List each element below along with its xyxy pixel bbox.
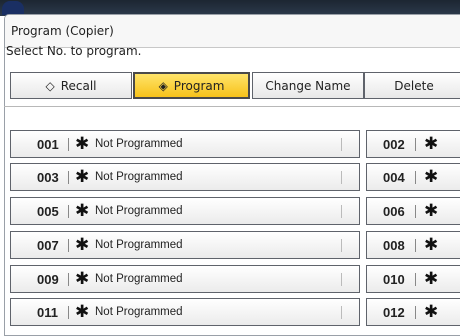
recall-label: Recall — [60, 78, 97, 93]
window-title: Program (Copier) — [11, 24, 114, 38]
separator — [341, 171, 342, 184]
slot-number: 011 — [37, 305, 58, 320]
separator — [341, 239, 342, 252]
slot-number: 003 — [37, 170, 59, 185]
home-tab-edge — [2, 1, 24, 15]
change-name-label: Change Name — [265, 78, 351, 93]
separator — [341, 273, 342, 286]
separator — [415, 306, 416, 319]
program-slot-008[interactable]: 008 ✱ — [366, 231, 460, 259]
instruction-text: Select No. to program. — [6, 44, 142, 58]
separator — [341, 306, 342, 319]
program-slot-012[interactable]: 012 ✱ — [366, 298, 460, 326]
unprogrammed-mark-icon: ✱ — [424, 134, 439, 154]
unprogrammed-mark-icon: ✱ — [424, 235, 439, 255]
separator — [341, 138, 342, 151]
unprogrammed-mark-icon: ✱ — [424, 201, 439, 221]
delete-label: Delete — [394, 78, 434, 93]
separator — [415, 205, 416, 218]
slot-status: Not Programmed — [95, 273, 183, 285]
slot-status: Not Programmed — [95, 205, 183, 217]
separator — [415, 239, 416, 252]
program-icon: ◈ — [158, 78, 168, 93]
program-slot-002[interactable]: 002 ✱ — [366, 130, 460, 158]
unprogrammed-mark-icon: ✱ — [75, 201, 90, 221]
delete-button[interactable]: Delete — [364, 72, 460, 99]
slot-status: Not Programmed — [95, 171, 183, 183]
program-slot-004[interactable]: 004 ✱ — [366, 163, 460, 191]
separator — [68, 306, 69, 319]
slot-status: Not Programmed — [95, 239, 183, 251]
slot-number: 005 — [37, 204, 59, 219]
unprogrammed-mark-icon: ✱ — [75, 167, 90, 187]
unprogrammed-mark-icon: ✱ — [424, 302, 439, 322]
program-slot-007[interactable]: 007 ✱ Not Programmed — [10, 231, 360, 259]
change-name-button[interactable]: Change Name — [252, 72, 364, 99]
separator — [415, 273, 416, 286]
separator — [68, 138, 69, 151]
separator — [68, 239, 69, 252]
program-slot-009[interactable]: 009 ✱ Not Programmed — [10, 265, 360, 293]
slot-status: Not Programmed — [95, 138, 183, 150]
slot-number: 012 — [383, 305, 405, 320]
slot-number: 002 — [383, 137, 405, 152]
unprogrammed-mark-icon: ✱ — [424, 269, 439, 289]
separator — [415, 138, 416, 151]
program-slot-006[interactable]: 006 ✱ — [366, 197, 460, 225]
program-button[interactable]: ◈ Program — [133, 72, 250, 99]
slot-number: 001 — [37, 137, 59, 152]
divider — [4, 106, 460, 107]
slot-number: 007 — [37, 238, 59, 253]
slot-number: 006 — [383, 204, 405, 219]
unprogrammed-mark-icon: ✱ — [424, 167, 439, 187]
slot-number: 004 — [383, 170, 405, 185]
unprogrammed-mark-icon: ✱ — [75, 302, 90, 322]
separator — [341, 205, 342, 218]
slot-number: 009 — [37, 272, 59, 287]
slot-number: 010 — [383, 272, 405, 287]
recall-button[interactable]: ◇ Recall — [10, 72, 132, 99]
unprogrammed-mark-icon: ✱ — [75, 134, 90, 154]
program-slot-010[interactable]: 010 ✱ — [366, 265, 460, 293]
program-slot-003[interactable]: 003 ✱ Not Programmed — [10, 163, 360, 191]
recall-icon: ◇ — [45, 78, 55, 93]
slot-status: Not Programmed — [95, 306, 183, 318]
unprogrammed-mark-icon: ✱ — [75, 269, 90, 289]
separator — [415, 171, 416, 184]
slot-number: 008 — [383, 238, 405, 253]
unprogrammed-mark-icon: ✱ — [75, 235, 90, 255]
separator — [68, 171, 69, 184]
program-slot-005[interactable]: 005 ✱ Not Programmed — [10, 197, 360, 225]
separator — [68, 273, 69, 286]
separator — [68, 205, 69, 218]
program-slot-001[interactable]: 001 ✱ Not Programmed — [10, 130, 360, 158]
program-label: Program — [173, 78, 225, 93]
program-slot-011[interactable]: 011 ✱ Not Programmed — [10, 298, 360, 326]
